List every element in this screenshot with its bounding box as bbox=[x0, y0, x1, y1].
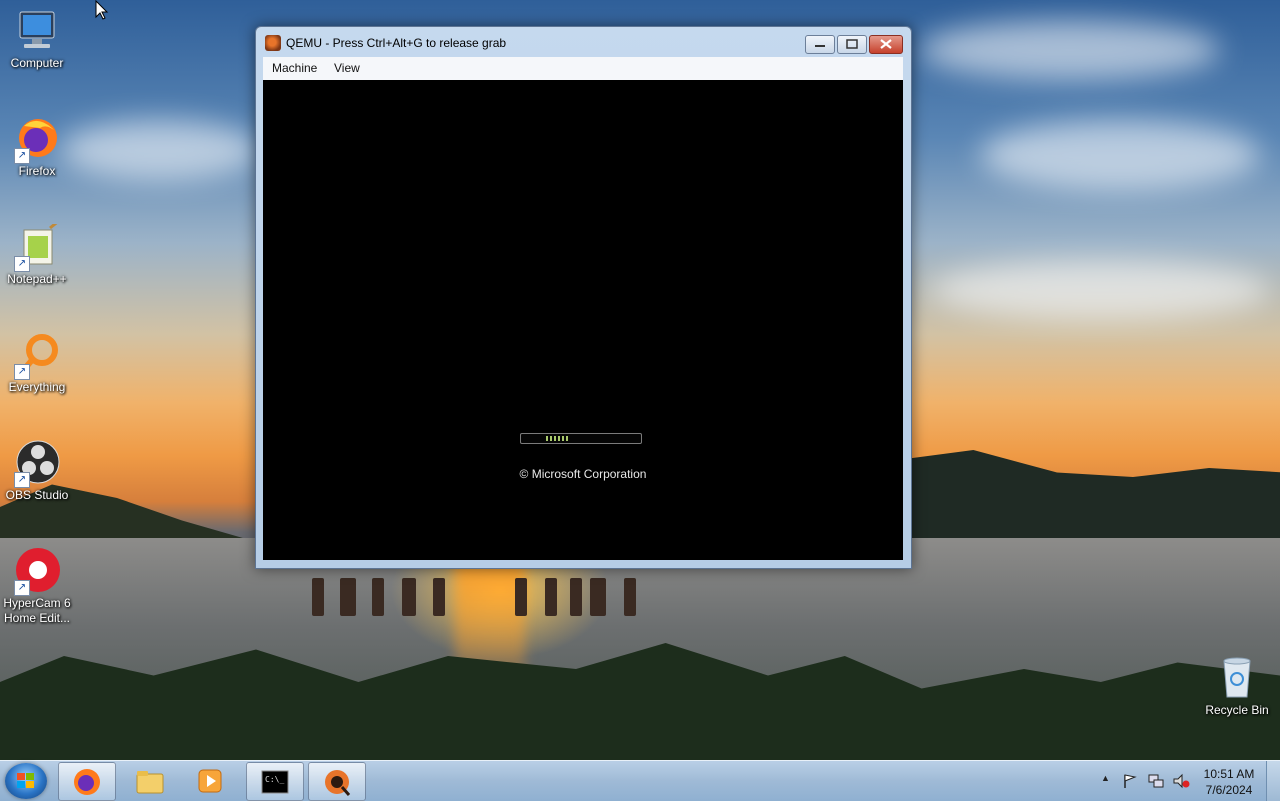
shortcut-arrow-icon: ↗ bbox=[14, 580, 30, 596]
desktop-icon-firefox[interactable]: ↗ Firefox bbox=[0, 116, 74, 179]
desktop-icon-label: Computer bbox=[10, 56, 64, 70]
cloud bbox=[930, 260, 1270, 320]
media-player-icon bbox=[198, 769, 222, 793]
menu-machine[interactable]: Machine bbox=[272, 61, 317, 75]
taskbar-media-player[interactable] bbox=[182, 762, 238, 799]
desktop-icon-label: Notepad++ bbox=[7, 272, 67, 286]
pier-post bbox=[624, 578, 636, 616]
progress-segment bbox=[566, 436, 568, 441]
progress-segment bbox=[550, 436, 552, 441]
desktop-icon-notepadpp[interactable]: ↗ Notepad++ bbox=[0, 218, 74, 287]
taskbar-command-prompt[interactable]: C:\_ bbox=[246, 762, 304, 801]
window-titlebar[interactable]: QEMU - Press Ctrl+Alt+G to release grab bbox=[256, 27, 911, 57]
shortcut-arrow-icon: ↗ bbox=[14, 256, 30, 272]
desktop-icon-obs[interactable]: ↗ OBS Studio bbox=[0, 440, 74, 503]
everything-icon: ↗ bbox=[14, 332, 60, 380]
system-clock[interactable]: 10:51 AM 7/6/2024 bbox=[1196, 766, 1262, 798]
desktop-icon-hypercam[interactable]: ↗ HyperCam 6 Home Edit... bbox=[0, 548, 74, 626]
boot-progress-bar bbox=[520, 433, 642, 444]
desktop-icon-label: HyperCam 6 Home Edit... bbox=[3, 596, 71, 625]
desktop-icon-label: OBS Studio bbox=[5, 488, 69, 502]
pier-post bbox=[402, 578, 416, 616]
minimize-button[interactable] bbox=[805, 35, 835, 54]
pier-post bbox=[312, 578, 324, 616]
shortcut-arrow-icon: ↗ bbox=[14, 364, 30, 380]
notepadpp-icon: ↗ bbox=[14, 218, 61, 272]
windows-logo-icon bbox=[17, 773, 35, 789]
taskbar: C:\_ ▲ 10:51 AM 7/6/2024 bbox=[0, 760, 1280, 801]
qemu-icon bbox=[325, 770, 351, 796]
cloud bbox=[980, 120, 1260, 190]
pier-post bbox=[340, 578, 356, 616]
show-desktop-button[interactable] bbox=[1266, 761, 1280, 801]
pier-post bbox=[433, 578, 445, 616]
restore-icon bbox=[846, 39, 858, 49]
clock-date: 7/6/2024 bbox=[1205, 783, 1253, 797]
desktop-icon-everything[interactable]: ↗ Everything bbox=[0, 332, 74, 395]
qemu-window[interactable]: QEMU - Press Ctrl+Alt+G to release grab … bbox=[255, 26, 912, 569]
qemu-app-icon bbox=[265, 35, 281, 51]
start-button[interactable] bbox=[5, 763, 47, 799]
terminal-icon: C:\_ bbox=[261, 770, 289, 794]
shortcut-arrow-icon: ↗ bbox=[14, 148, 30, 164]
cloud bbox=[60, 120, 260, 180]
desktop-icon-computer[interactable]: Computer bbox=[0, 8, 74, 71]
shortcut-arrow-icon: ↗ bbox=[14, 472, 30, 488]
obs-icon: ↗ bbox=[14, 440, 60, 488]
desktop-icon-label: Recycle Bin bbox=[1205, 703, 1269, 717]
hypercam-icon: ↗ bbox=[14, 548, 60, 596]
network-icon[interactable] bbox=[1147, 773, 1165, 789]
flag-icon[interactable] bbox=[1122, 773, 1138, 789]
progress-segment bbox=[558, 436, 560, 441]
close-icon bbox=[880, 39, 892, 49]
pier-post bbox=[515, 578, 527, 616]
folder-icon bbox=[136, 771, 164, 794]
progress-segment bbox=[562, 436, 564, 441]
progress-segment bbox=[554, 436, 556, 441]
window-title: QEMU - Press Ctrl+Alt+G to release grab bbox=[286, 36, 507, 50]
guest-display[interactable]: © Microsoft Corporation bbox=[263, 80, 903, 560]
boot-copyright-text: © Microsoft Corporation bbox=[519, 467, 647, 481]
svg-text:C:\_: C:\_ bbox=[265, 775, 284, 784]
mouse-cursor-icon bbox=[95, 0, 109, 20]
desktop-icon-recycle-bin[interactable]: Recycle Bin bbox=[1200, 655, 1274, 718]
taskbar-qemu[interactable] bbox=[308, 762, 366, 801]
pier-post bbox=[372, 578, 384, 616]
clock-time: 10:51 AM bbox=[1203, 767, 1255, 781]
pier-post bbox=[590, 578, 606, 616]
desktop-icon-label: Everything bbox=[8, 380, 66, 394]
computer-icon bbox=[14, 8, 60, 54]
cloud bbox=[920, 20, 1220, 80]
minimize-icon bbox=[815, 45, 825, 47]
maximize-button[interactable] bbox=[837, 35, 867, 54]
progress-segment bbox=[546, 436, 548, 441]
taskbar-firefox[interactable] bbox=[58, 762, 116, 801]
island-silhouette bbox=[905, 450, 1280, 540]
firefox-icon bbox=[74, 769, 100, 795]
window-menubar: Machine View bbox=[263, 57, 903, 80]
recycle-bin-icon bbox=[1214, 655, 1260, 701]
desktop-icon-label: Firefox bbox=[18, 164, 56, 178]
menu-view[interactable]: View bbox=[334, 61, 360, 75]
tray-overflow-chevron[interactable]: ▲ bbox=[1101, 773, 1110, 783]
pier-post bbox=[545, 578, 557, 616]
firefox-icon: ↗ bbox=[14, 116, 60, 164]
volume-muted-icon[interactable] bbox=[1172, 773, 1190, 789]
pier-post bbox=[570, 578, 582, 616]
taskbar-file-explorer[interactable] bbox=[122, 762, 178, 799]
close-button[interactable] bbox=[869, 35, 903, 54]
